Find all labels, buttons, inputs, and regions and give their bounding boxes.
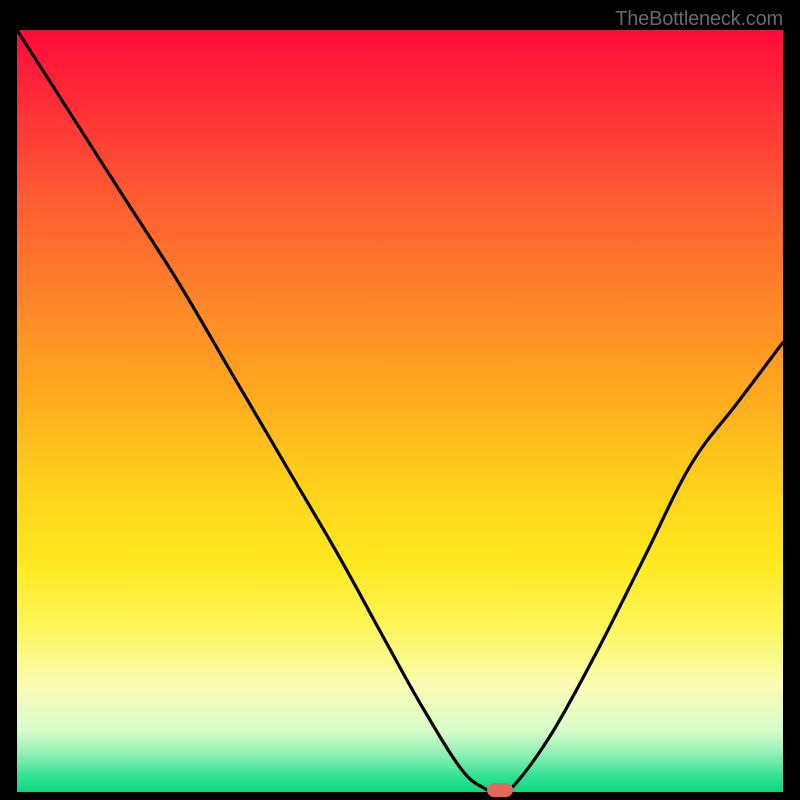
bottleneck-curve — [17, 30, 783, 792]
optimum-marker — [487, 783, 513, 797]
watermark-text: TheBottleneck.com — [615, 8, 783, 31]
chart-frame: TheBottleneck.com — [17, 8, 783, 792]
